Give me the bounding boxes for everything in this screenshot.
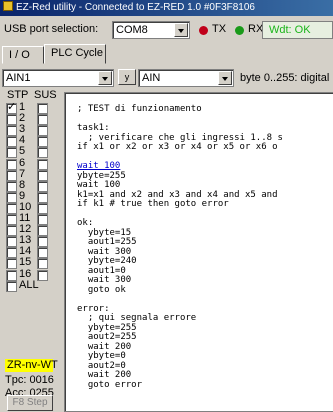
stp-checkbox[interactable] — [6, 191, 17, 203]
stp-checkbox[interactable] — [6, 236, 17, 248]
status-badge: ZR-nv-WT — [5, 359, 58, 372]
sus-checkbox[interactable] — [37, 202, 48, 214]
sus-checkbox[interactable] — [37, 125, 48, 137]
tpc-readout: Tpc: 0016 — [5, 374, 54, 386]
stp-checkbox[interactable] — [6, 114, 17, 126]
window-title: EZ-Red utility - Connected to EZ-RED 1.0… — [16, 2, 255, 13]
tab-bar: I / O PLC Cycle — [0, 44, 333, 64]
stp-checkbox[interactable] — [6, 125, 17, 137]
checkbox-label: ALL — [19, 278, 39, 291]
sus-checkbox[interactable] — [37, 114, 48, 126]
y-button[interactable]: y — [118, 69, 136, 85]
chevron-down-icon[interactable] — [218, 71, 232, 85]
wdt-status: Wdt: OK — [262, 21, 333, 39]
byte-range-label: byte 0..255: digital — [240, 72, 330, 84]
code-line: if x1 or x2 or x3 or x4 or x5 or x6 o — [77, 142, 278, 152]
stp-checkbox[interactable] — [6, 136, 17, 148]
chevron-down-icon[interactable] — [174, 23, 188, 37]
stp-checkbox[interactable] — [6, 214, 17, 225]
sus-checkbox[interactable] — [37, 158, 48, 170]
rx-label: RX — [248, 23, 264, 35]
code-editor[interactable]: ; TEST di funzionamento task1: ; verifica… — [64, 92, 333, 412]
code-text: ; TEST di funzionamento task1: ; verifica… — [77, 104, 283, 390]
stp-checkbox[interactable] — [6, 158, 17, 170]
port-select[interactable]: COM8 — [112, 21, 190, 39]
sus-checkbox[interactable] — [37, 169, 48, 181]
sus-checkbox[interactable] — [37, 214, 48, 225]
tab-io[interactable]: I / O — [2, 46, 44, 64]
code-line: if k1 # true then goto error — [77, 199, 229, 209]
sus-checkbox[interactable] — [37, 269, 48, 281]
sus-header: SUS — [34, 89, 57, 101]
tx-label: TX — [212, 23, 227, 35]
type-select-value: AIN — [142, 72, 161, 84]
f8-step-button[interactable]: F8 Step — [7, 395, 53, 411]
sus-checkbox[interactable] — [37, 236, 48, 248]
stp-checkbox[interactable] — [6, 280, 17, 292]
usb-port-label: USB port selection: — [4, 23, 99, 35]
stp-checkbox[interactable] — [6, 101, 17, 114]
port-select-value: COM8 — [116, 24, 148, 36]
type-select[interactable]: AIN — [138, 69, 234, 87]
stp-checkbox[interactable] — [6, 258, 17, 270]
sus-checkbox[interactable] — [37, 136, 48, 148]
sus-checkbox[interactable] — [37, 180, 48, 192]
stp-checkbox[interactable] — [6, 202, 17, 214]
sus-checkbox[interactable] — [37, 103, 48, 114]
tx-led-icon — [199, 26, 208, 35]
stp-checkbox[interactable] — [6, 269, 17, 281]
stp-checkbox[interactable] — [6, 147, 17, 159]
io-toolbar: AIN1 y AIN byte 0..255: digital — [0, 64, 333, 90]
code-line: goto ok — [77, 284, 126, 295]
rx-led-icon — [235, 26, 244, 35]
window-title-bar: EZ-Red utility - Connected to EZ-RED 1.0… — [0, 0, 333, 16]
tab-plc-cycle[interactable]: PLC Cycle — [44, 44, 106, 64]
chevron-down-icon[interactable] — [98, 71, 112, 85]
sus-checkbox[interactable] — [37, 258, 48, 270]
stp-checkbox[interactable] — [6, 180, 17, 192]
code-line: ; TEST di funzionamento — [77, 104, 202, 114]
channel-select-value: AIN1 — [6, 72, 31, 84]
stp-checkbox[interactable] — [6, 225, 17, 237]
stp-checkbox[interactable] — [6, 169, 17, 181]
sus-checkbox[interactable] — [37, 225, 48, 237]
sus-checkbox[interactable] — [37, 147, 48, 159]
stp-checkbox[interactable] — [6, 247, 17, 259]
code-line: goto error — [77, 379, 143, 390]
sus-checkbox[interactable] — [37, 191, 48, 203]
stp-header: STP — [7, 89, 29, 101]
channel-select[interactable]: AIN1 — [2, 69, 114, 87]
sus-checkbox[interactable] — [37, 247, 48, 259]
app-icon — [3, 1, 13, 11]
